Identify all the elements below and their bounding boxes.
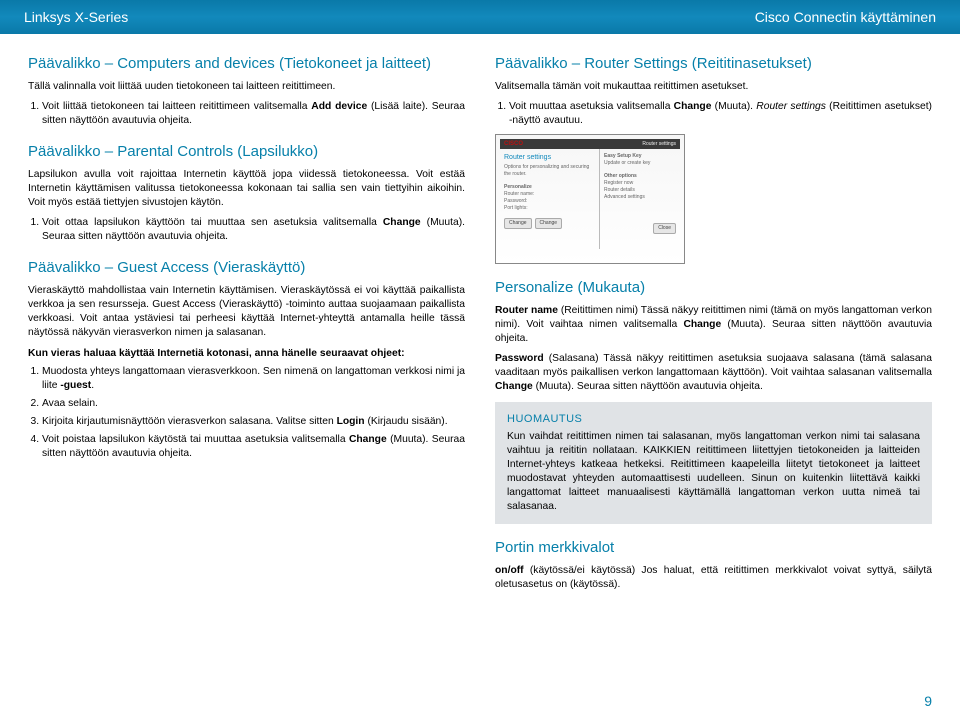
section-heading: Portin merkkivalot (495, 538, 932, 558)
list-item: Voit poistaa lapsilukon käytöstä tai muu… (42, 433, 465, 461)
screenshot-change-button: Change (535, 218, 563, 229)
cisco-logo: CISCO (504, 140, 523, 148)
list-item: Avaa selain. (42, 397, 465, 411)
ordered-list: Voit muuttaa asetuksia valitsemalla Chan… (495, 100, 932, 128)
section-heading: Personalize (Mukauta) (495, 278, 932, 298)
section-heading: Päävalikko – Guest Access (Vieraskäyttö) (28, 258, 465, 278)
screenshot-other-options: Other options (604, 173, 676, 180)
screenshot-update-key: Update or create key (604, 160, 676, 167)
header-chapter: Cisco Connectin käyttäminen (755, 9, 936, 25)
section-text: Router name (Reitittimen nimi) Tässä näk… (495, 304, 932, 346)
list-item: Kirjoita kirjautumisnäyttöön vierasverko… (42, 415, 465, 429)
section-intro: Valitsemalla tämän voit mukauttaa reitit… (495, 80, 932, 94)
page-header: Linksys X-Series Cisco Connectin käyttäm… (0, 0, 960, 34)
screenshot-advanced: Advanced settings (604, 194, 676, 201)
list-item: Voit ottaa lapsilukon käyttöön tai muutt… (42, 216, 465, 244)
ordered-list: Voit ottaa lapsilukon käyttöön tai muutt… (28, 216, 465, 244)
section-heading: Päävalikko – Computers and devices (Tiet… (28, 54, 465, 74)
section-heading: Päävalikko – Router Settings (Reititinas… (495, 54, 932, 74)
screenshot-change-button: Change (504, 218, 532, 229)
screenshot-menu: Router settings (642, 141, 676, 148)
section-text: Password (Salasana) Tässä näkyy reititti… (495, 352, 932, 394)
section-text: Lapsilukon avulla voit rajoittaa Interne… (28, 168, 465, 210)
list-item: Voit muuttaa asetuksia valitsemalla Chan… (509, 100, 932, 128)
router-settings-screenshot: CISCO Router settings Router settings Op… (495, 134, 685, 264)
section-text: on/off (käytössä/ei käytössä) Jos haluat… (495, 564, 932, 592)
sub-heading: Kun vieras haluaa käyttää Internetiä kot… (28, 347, 465, 361)
left-column: Päävalikko – Computers and devices (Tiet… (28, 54, 465, 598)
notice-box: HUOMAUTUS Kun vaihdat reitittimen nimen … (495, 402, 932, 524)
ordered-list: Voit liittää tietokoneen tai laitteen re… (28, 100, 465, 128)
screenshot-personalize: Personalize (504, 184, 595, 191)
screenshot-password: Password: (504, 198, 595, 205)
screenshot-desc: Options for personalizing and securing t… (504, 164, 595, 178)
screenshot-register: Register now (604, 180, 676, 187)
list-item: Muodosta yhteys langattomaan vierasverkk… (42, 365, 465, 393)
section-text: Vieraskäyttö mahdollistaa vain Interneti… (28, 284, 465, 340)
list-item: Voit liittää tietokoneen tai laitteen re… (42, 100, 465, 128)
screenshot-easy-setup: Easy Setup Key (604, 153, 676, 160)
screenshot-routername: Router name: (504, 191, 595, 198)
ordered-list: Muodosta yhteys langattomaan vierasverkk… (28, 365, 465, 460)
section-heading: Päävalikko – Parental Controls (Lapsiluk… (28, 142, 465, 162)
screenshot-router-details: Router details (604, 187, 676, 194)
notice-title: HUOMAUTUS (507, 412, 920, 427)
section-intro: Tällä valinnalla voit liittää uuden tiet… (28, 80, 465, 94)
page-number: 9 (924, 693, 932, 709)
page-body: Päävalikko – Computers and devices (Tiet… (0, 34, 960, 598)
screenshot-title: Router settings (504, 153, 595, 162)
header-product: Linksys X-Series (24, 9, 128, 25)
screenshot-close-button: Close (653, 223, 676, 234)
notice-body: Kun vaihdat reitittimen nimen tai salasa… (507, 430, 920, 513)
screenshot-portlights: Port lights: (504, 205, 595, 212)
right-column: Päävalikko – Router Settings (Reititinas… (495, 54, 932, 598)
